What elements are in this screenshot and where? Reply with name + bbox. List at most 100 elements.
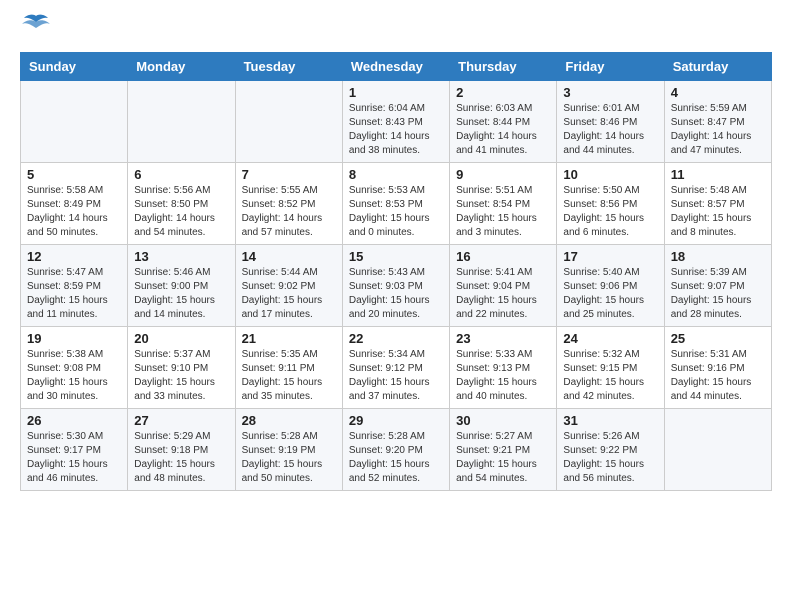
day-info: Sunrise: 5:46 AM Sunset: 9:00 PM Dayligh… [134, 266, 228, 322]
weekday-header-saturday: Saturday [664, 53, 771, 81]
calendar-cell: 13Sunrise: 5:46 AM Sunset: 9:00 PM Dayli… [128, 245, 235, 327]
calendar-cell: 10 Sunrise: 5:50 AM Sunset: 8:56 PM Dayli… [557, 163, 664, 245]
day-info: Sunrise: 5:34 AM Sunset: 9:12 PM Dayligh… [349, 348, 443, 404]
day-number: 8 [349, 167, 443, 182]
day-info: Sunrise: 5:31 AM Sunset: 9:16 PM Dayligh… [671, 348, 765, 404]
day-info: Sunrise: 5:29 AM Sunset: 9:18 PM Dayligh… [134, 430, 228, 486]
day-number: 24 [563, 331, 657, 346]
day-number: 12 [27, 249, 121, 264]
day-number: 25 [671, 331, 765, 346]
day-number: 11 [671, 167, 765, 182]
calendar-cell: 19 Sunrise: 5:38 AM Sunset: 9:08 PM Dayli… [21, 327, 128, 409]
calendar-cell: 9Sunrise: 5:51 AM Sunset: 8:54 PM Daylig… [450, 163, 557, 245]
day-info: Sunrise: 5:50 AM Sunset: 8:56 PM Dayligh… [563, 184, 657, 240]
calendar-cell: 15 Sunrise: 5:43 AM Sunset: 9:03 PM Dayli… [342, 245, 449, 327]
calendar-header-row: SundayMondayTuesdayWednesdayThursdayFrid… [21, 53, 772, 81]
calendar-week-row: 1Sunrise: 6:04 AM Sunset: 8:43 PM Daylig… [21, 81, 772, 163]
calendar-cell: 26 Sunrise: 5:30 AM Sunset: 9:17 PM Dayli… [21, 409, 128, 491]
calendar-cell: 22 Sunrise: 5:34 AM Sunset: 9:12 PM Dayli… [342, 327, 449, 409]
weekday-header-friday: Friday [557, 53, 664, 81]
day-info: Sunrise: 5:47 AM Sunset: 8:59 PM Dayligh… [27, 266, 121, 322]
day-number: 18 [671, 249, 765, 264]
calendar-week-row: 5 Sunrise: 5:58 AM Sunset: 8:49 PM Daylig… [21, 163, 772, 245]
logo-bird-icon [22, 14, 50, 36]
weekday-header-thursday: Thursday [450, 53, 557, 81]
day-info: Sunrise: 5:51 AM Sunset: 8:54 PM Dayligh… [456, 184, 550, 240]
weekday-header-wednesday: Wednesday [342, 53, 449, 81]
day-info: Sunrise: 5:53 AM Sunset: 8:53 PM Dayligh… [349, 184, 443, 240]
day-info: Sunrise: 5:32 AM Sunset: 9:15 PM Dayligh… [563, 348, 657, 404]
day-number: 29 [349, 413, 443, 428]
day-info: Sunrise: 5:28 AM Sunset: 9:20 PM Dayligh… [349, 430, 443, 486]
day-info: Sunrise: 5:39 AM Sunset: 9:07 PM Dayligh… [671, 266, 765, 322]
calendar-cell: 3 Sunrise: 6:01 AM Sunset: 8:46 PM Daylig… [557, 81, 664, 163]
day-info: Sunrise: 6:03 AM Sunset: 8:44 PM Dayligh… [456, 102, 550, 158]
calendar-cell: 2 Sunrise: 6:03 AM Sunset: 8:44 PM Daylig… [450, 81, 557, 163]
day-info: Sunrise: 5:43 AM Sunset: 9:03 PM Dayligh… [349, 266, 443, 322]
calendar-cell: 21 Sunrise: 5:35 AM Sunset: 9:11 PM Dayli… [235, 327, 342, 409]
day-info: Sunrise: 5:41 AM Sunset: 9:04 PM Dayligh… [456, 266, 550, 322]
day-info: Sunrise: 5:30 AM Sunset: 9:17 PM Dayligh… [27, 430, 121, 486]
day-number: 10 [563, 167, 657, 182]
day-info: Sunrise: 5:44 AM Sunset: 9:02 PM Dayligh… [242, 266, 336, 322]
calendar-week-row: 26 Sunrise: 5:30 AM Sunset: 9:17 PM Dayli… [21, 409, 772, 491]
calendar-cell: 30 Sunrise: 5:27 AM Sunset: 9:21 PM Dayli… [450, 409, 557, 491]
calendar-cell: 27 Sunrise: 5:29 AM Sunset: 9:18 PM Dayli… [128, 409, 235, 491]
weekday-header-tuesday: Tuesday [235, 53, 342, 81]
day-number: 15 [349, 249, 443, 264]
calendar-cell: 11Sunrise: 5:48 AM Sunset: 8:57 PM Dayli… [664, 163, 771, 245]
calendar-cell [664, 409, 771, 491]
day-number: 7 [242, 167, 336, 182]
day-info: Sunrise: 5:28 AM Sunset: 9:19 PM Dayligh… [242, 430, 336, 486]
calendar-cell: 25 Sunrise: 5:31 AM Sunset: 9:16 PM Dayli… [664, 327, 771, 409]
calendar-cell [128, 81, 235, 163]
day-info: Sunrise: 5:58 AM Sunset: 8:49 PM Dayligh… [27, 184, 121, 240]
day-info: Sunrise: 5:56 AM Sunset: 8:50 PM Dayligh… [134, 184, 228, 240]
calendar-cell: 31Sunrise: 5:26 AM Sunset: 9:22 PM Dayli… [557, 409, 664, 491]
calendar-cell: 7Sunrise: 5:55 AM Sunset: 8:52 PM Daylig… [235, 163, 342, 245]
day-number: 16 [456, 249, 550, 264]
day-number: 19 [27, 331, 121, 346]
page-header [20, 20, 772, 36]
day-number: 5 [27, 167, 121, 182]
day-number: 30 [456, 413, 550, 428]
day-number: 1 [349, 85, 443, 100]
day-info: Sunrise: 5:37 AM Sunset: 9:10 PM Dayligh… [134, 348, 228, 404]
day-info: Sunrise: 5:38 AM Sunset: 9:08 PM Dayligh… [27, 348, 121, 404]
calendar-cell: 28 Sunrise: 5:28 AM Sunset: 9:19 PM Dayli… [235, 409, 342, 491]
day-number: 28 [242, 413, 336, 428]
day-number: 26 [27, 413, 121, 428]
calendar-cell [21, 81, 128, 163]
day-number: 21 [242, 331, 336, 346]
day-info: Sunrise: 5:27 AM Sunset: 9:21 PM Dayligh… [456, 430, 550, 486]
logo [20, 20, 50, 36]
calendar-table: SundayMondayTuesdayWednesdayThursdayFrid… [20, 52, 772, 491]
day-number: 17 [563, 249, 657, 264]
day-info: Sunrise: 5:35 AM Sunset: 9:11 PM Dayligh… [242, 348, 336, 404]
calendar-cell: 16 Sunrise: 5:41 AM Sunset: 9:04 PM Dayli… [450, 245, 557, 327]
calendar-cell: 4Sunrise: 5:59 AM Sunset: 8:47 PM Daylig… [664, 81, 771, 163]
day-info: Sunrise: 6:01 AM Sunset: 8:46 PM Dayligh… [563, 102, 657, 158]
calendar-week-row: 19 Sunrise: 5:38 AM Sunset: 9:08 PM Dayli… [21, 327, 772, 409]
calendar-cell: 12 Sunrise: 5:47 AM Sunset: 8:59 PM Dayli… [21, 245, 128, 327]
weekday-header-sunday: Sunday [21, 53, 128, 81]
day-number: 3 [563, 85, 657, 100]
day-number: 2 [456, 85, 550, 100]
day-number: 4 [671, 85, 765, 100]
calendar-cell: 1Sunrise: 6:04 AM Sunset: 8:43 PM Daylig… [342, 81, 449, 163]
weekday-header-monday: Monday [128, 53, 235, 81]
day-info: Sunrise: 5:33 AM Sunset: 9:13 PM Dayligh… [456, 348, 550, 404]
calendar-cell: 8 Sunrise: 5:53 AM Sunset: 8:53 PM Daylig… [342, 163, 449, 245]
calendar-cell: 23Sunrise: 5:33 AM Sunset: 9:13 PM Dayli… [450, 327, 557, 409]
calendar-cell: 17Sunrise: 5:40 AM Sunset: 9:06 PM Dayli… [557, 245, 664, 327]
calendar-cell: 29 Sunrise: 5:28 AM Sunset: 9:20 PM Dayli… [342, 409, 449, 491]
calendar-cell: 24 Sunrise: 5:32 AM Sunset: 9:15 PM Dayli… [557, 327, 664, 409]
calendar-week-row: 12 Sunrise: 5:47 AM Sunset: 8:59 PM Dayli… [21, 245, 772, 327]
calendar-cell: 18 Sunrise: 5:39 AM Sunset: 9:07 PM Dayli… [664, 245, 771, 327]
calendar-cell: 20Sunrise: 5:37 AM Sunset: 9:10 PM Dayli… [128, 327, 235, 409]
day-number: 27 [134, 413, 228, 428]
day-number: 31 [563, 413, 657, 428]
calendar-cell: 5 Sunrise: 5:58 AM Sunset: 8:49 PM Daylig… [21, 163, 128, 245]
calendar-cell: 14Sunrise: 5:44 AM Sunset: 9:02 PM Dayli… [235, 245, 342, 327]
day-number: 22 [349, 331, 443, 346]
